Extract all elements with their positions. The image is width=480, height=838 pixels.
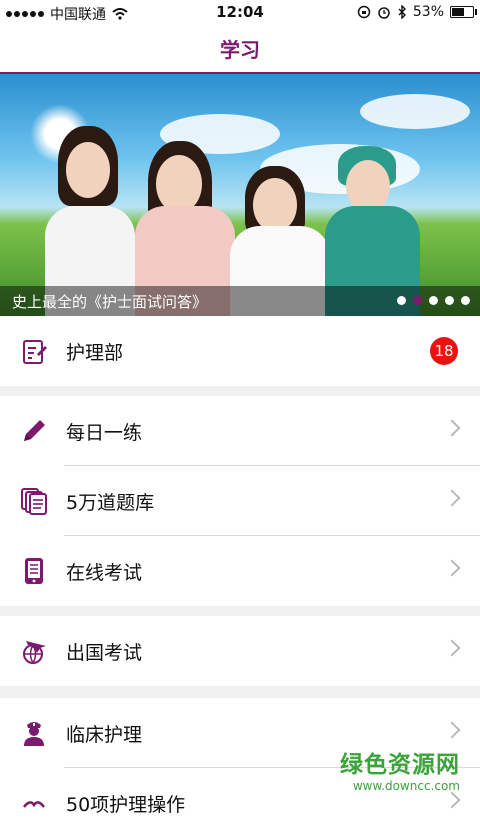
- battery-icon: [450, 6, 477, 18]
- watermark-url: www.downcc.com: [352, 779, 460, 793]
- alarm-icon: [378, 7, 390, 19]
- clipboard-edit-icon: [23, 340, 47, 364]
- notification-badge: 18: [430, 337, 458, 365]
- list-item-label: 50项护理操作: [66, 794, 186, 816]
- status-bar: 中国联通 12:04 53%: [0, 0, 480, 24]
- list-item-daily-practice[interactable]: 每日一练: [0, 396, 480, 466]
- list-item-abroad-exam[interactable]: 出国考试: [0, 616, 480, 686]
- banner-pager[interactable]: [397, 296, 470, 305]
- list-item-label: 每日一练: [66, 422, 143, 444]
- pager-dot[interactable]: [429, 296, 438, 305]
- nav-bar: 学习: [0, 24, 480, 74]
- list-item-label: 5万道题库: [66, 492, 155, 514]
- pager-dot[interactable]: [445, 296, 454, 305]
- chevron-right-icon: [443, 639, 461, 657]
- banner-caption-bar: 史上最全的《护士面试问答》: [0, 286, 480, 316]
- section-abroad: 出国考试: [0, 616, 480, 686]
- pager-dot[interactable]: [461, 296, 470, 305]
- list-item-nursing-dept[interactable]: 护理部 18: [0, 316, 480, 386]
- pager-dot[interactable]: [397, 296, 406, 305]
- banner-carousel[interactable]: 史上最全的《护士面试问答》: [0, 74, 480, 316]
- banner-cloud: [360, 94, 470, 129]
- chevron-right-icon: [443, 489, 461, 507]
- banner-caption: 史上最全的《护士面试问答》: [12, 293, 208, 311]
- section-practice: 每日一练 5万道题库 在线考试: [0, 396, 480, 606]
- tablet-icon: [25, 558, 43, 584]
- chevron-right-icon: [443, 721, 461, 739]
- list-item-label: 临床护理: [66, 724, 143, 746]
- section-nursing-dept: 护理部 18: [0, 316, 480, 386]
- stacked-documents-icon: [21, 488, 47, 515]
- watermark-title: 绿色资源网: [340, 752, 460, 778]
- pager-dot[interactable]: [413, 296, 422, 305]
- list-item-question-bank[interactable]: 5万道题库: [0, 466, 480, 536]
- rotation-lock-icon: [357, 5, 371, 19]
- chevron-right-icon: [443, 791, 461, 809]
- battery-percent: 53%: [412, 4, 444, 20]
- chevron-right-icon: [443, 559, 461, 577]
- hands-icon: [23, 801, 45, 808]
- pencil-icon: [24, 420, 45, 441]
- list-item-online-exam[interactable]: 在线考试: [0, 536, 480, 606]
- bluetooth-icon: [398, 5, 406, 19]
- list-item-label: 护理部: [66, 342, 124, 364]
- chevron-right-icon: [443, 419, 461, 437]
- nurse-icon: [24, 722, 44, 746]
- page-title: 学习: [220, 38, 260, 62]
- list-item-label: 在线考试: [66, 562, 143, 584]
- plane-globe-icon: [23, 641, 46, 664]
- watermark: 绿色资源网 www.downcc.com: [340, 745, 460, 793]
- list-item-label: 出国考试: [66, 642, 143, 664]
